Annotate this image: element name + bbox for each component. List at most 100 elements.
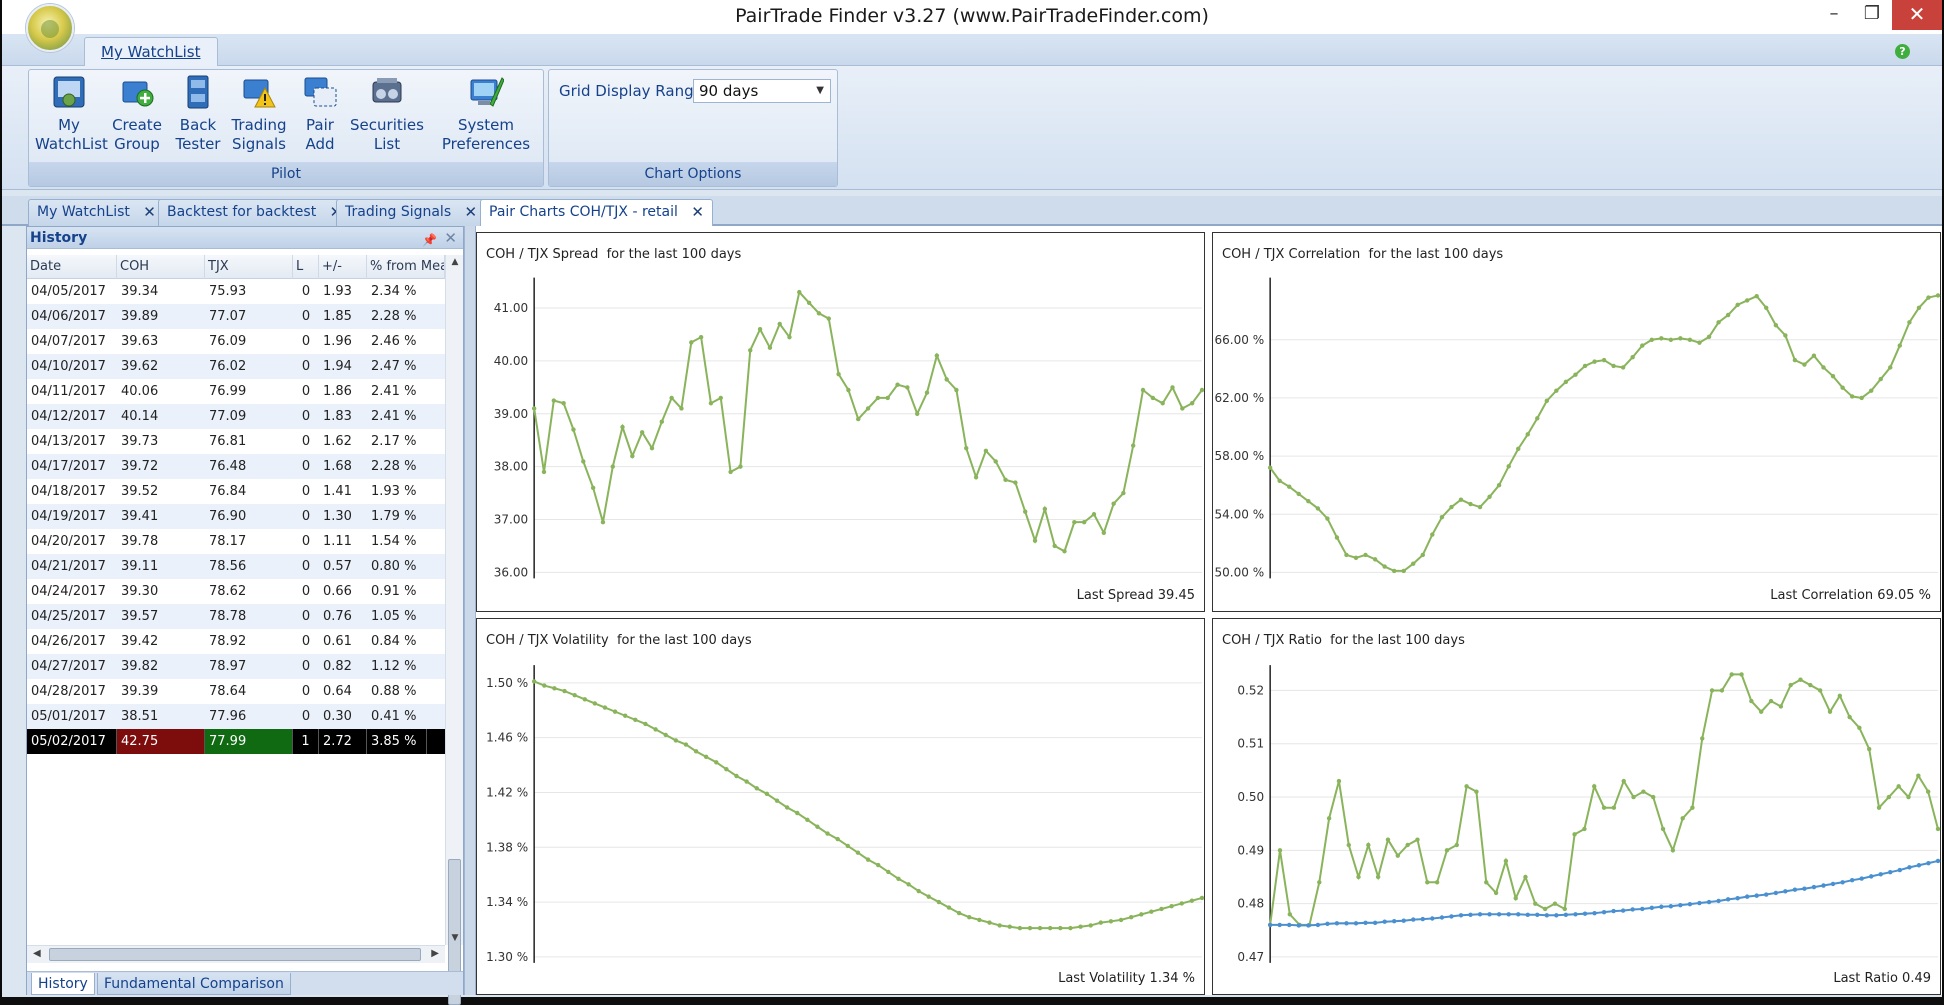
- data-point: [1477, 912, 1483, 917]
- back-tester-button[interactable]: Back Tester: [173, 74, 223, 162]
- close-tab-icon[interactable]: ✕: [465, 200, 478, 225]
- y-tick-label: 0.47: [1237, 950, 1264, 964]
- securities-list-button[interactable]: Securities List: [347, 74, 427, 162]
- column-header-pct-from-mean[interactable]: % from Mea: [367, 255, 445, 279]
- scroll-right-icon[interactable]: ▶: [431, 948, 439, 959]
- column-header-coh[interactable]: COH: [117, 255, 205, 279]
- data-point: [1660, 826, 1666, 832]
- data-point: [886, 869, 891, 875]
- data-point: [1821, 365, 1826, 370]
- horizontal-scroll-thumb[interactable]: [49, 948, 421, 961]
- data-point: [1487, 912, 1492, 917]
- data-point: [826, 316, 831, 321]
- pair-add-button[interactable]: Pair Add: [297, 74, 343, 162]
- panel-splitter[interactable]: [464, 226, 476, 995]
- table-row[interactable]: 05/01/2017 38.51 77.96 0 0.30 0.41 %: [27, 704, 445, 729]
- panel-tab-fundamental-comparison[interactable]: Fundamental Comparison: [97, 973, 291, 995]
- vertical-scrollbar[interactable]: ▲ ▼: [445, 255, 464, 1005]
- data-point: [1888, 869, 1893, 875]
- data-point: [643, 721, 648, 727]
- doc-tab-my-watchlist[interactable]: My WatchList ✕: [28, 199, 165, 226]
- data-point: [1081, 519, 1087, 525]
- data-point: [1411, 917, 1416, 922]
- data-point: [1687, 337, 1693, 342]
- data-point: [1773, 323, 1779, 328]
- column-header-l[interactable]: L: [293, 255, 319, 279]
- cell-date: 04/07/2017: [31, 334, 106, 349]
- horizontal-scrollbar[interactable]: ◀ ▶: [27, 945, 445, 963]
- table-row[interactable]: 04/06/2017 39.89 77.07 0 1.85 2.28 %: [27, 304, 445, 329]
- cell-tjx: 77.09: [209, 409, 247, 424]
- scroll-up-icon[interactable]: ▲: [446, 257, 464, 267]
- data-point: [1277, 922, 1282, 928]
- grid-display-range-label: Grid Display Range: [559, 82, 703, 100]
- table-row[interactable]: 04/20/2017 39.78 78.17 0 1.11 1.54 %: [27, 529, 445, 554]
- system-preferences-button[interactable]: System Preferences: [439, 74, 533, 162]
- panel-tab-history[interactable]: History: [31, 973, 95, 995]
- data-point: [1516, 912, 1521, 917]
- cell-l: 0: [301, 634, 311, 649]
- y-tick-label: 0.50: [1237, 790, 1264, 804]
- restore-button[interactable]: ❐: [1852, 0, 1892, 30]
- ribbon-tab-my-watchlist[interactable]: My WatchList: [84, 37, 218, 67]
- doc-tab-pair-charts[interactable]: Pair Charts COH/TJX - retail ✕: [480, 199, 713, 227]
- close-tab-icon[interactable]: ✕: [143, 200, 156, 225]
- close-icon[interactable]: ✕: [444, 227, 457, 249]
- data-point: [1169, 903, 1174, 909]
- pin-icon[interactable]: 📌: [422, 229, 437, 251]
- column-header-date[interactable]: Date: [27, 255, 117, 279]
- close-tab-icon[interactable]: ✕: [691, 200, 704, 225]
- minimize-button[interactable]: –: [1814, 0, 1854, 30]
- my-watchlist-button[interactable]: My WatchList: [35, 74, 108, 162]
- table-row[interactable]: 04/28/2017 39.39 78.64 0 0.64 0.88 %: [27, 679, 445, 704]
- table-row[interactable]: 04/17/2017 39.72 76.48 0 1.68 2.28 %: [27, 454, 445, 479]
- column-header-tjx[interactable]: TJX: [205, 255, 293, 279]
- data-point: [1458, 913, 1464, 918]
- column-header-plus-minus[interactable]: +/-: [319, 255, 367, 279]
- table-row[interactable]: 05/02/2017 42.75 77.99 1 2.72 3.85 %: [27, 729, 445, 754]
- data-point: [582, 697, 588, 702]
- data-point: [724, 766, 729, 772]
- table-row[interactable]: 04/18/2017 39.52 76.84 0 1.41 1.93 %: [27, 479, 445, 504]
- data-point: [1592, 910, 1597, 916]
- series-line: [1269, 294, 1939, 572]
- cell-coh: 39.52: [121, 484, 159, 499]
- cell-coh: 39.39: [121, 684, 159, 699]
- history-panel-header: History 📌 ✕: [27, 227, 463, 249]
- grid-display-range-select[interactable]: 90 days ▼: [693, 79, 831, 103]
- table-row[interactable]: 04/12/2017 40.14 77.09 0 1.83 2.41 %: [27, 404, 445, 429]
- scroll-down-icon[interactable]: ▼: [446, 933, 464, 943]
- table-row[interactable]: 04/24/2017 39.30 78.62 0 0.66 0.91 %: [27, 579, 445, 604]
- table-row[interactable]: 04/13/2017 39.73 76.81 0 1.62 2.17 %: [27, 429, 445, 454]
- data-point: [1506, 912, 1511, 917]
- doc-tab-backtest[interactable]: Backtest for backtest✕: [158, 199, 352, 226]
- table-row[interactable]: 04/25/2017 39.57 78.78 0 0.76 1.05 %: [27, 604, 445, 629]
- ratio-chart-plot: 0.47 0.48 0.49 0.50 0.51 0.52: [1237, 665, 1941, 964]
- data-point: [1817, 688, 1823, 693]
- doc-tab-trading-signals[interactable]: Trading Signals ✕: [336, 199, 487, 226]
- close-button[interactable]: ✕: [1892, 0, 1942, 30]
- data-point: [1296, 491, 1301, 497]
- table-row[interactable]: 04/27/2017 39.82 78.97 0 0.82 1.12 %: [27, 654, 445, 679]
- app-logo-icon[interactable]: [26, 4, 74, 52]
- help-icon[interactable]: ?: [1895, 44, 1910, 59]
- table-row[interactable]: 04/07/2017 39.63 76.09 0 1.96 2.46 %: [27, 329, 445, 354]
- table-row[interactable]: 04/10/2017 39.62 76.02 0 1.94 2.47 %: [27, 354, 445, 379]
- data-point: [1439, 514, 1445, 520]
- data-point: [689, 340, 694, 345]
- series-line: [533, 290, 1203, 553]
- table-row[interactable]: 04/26/2017 39.42 78.92 0 0.61 0.84 %: [27, 629, 445, 654]
- trading-signals-button[interactable]: Trading Signals: [229, 74, 289, 162]
- table-row[interactable]: 04/19/2017 39.41 76.90 0 1.30 1.79 %: [27, 504, 445, 529]
- ribbon-group-pilot: My WatchList Create Group Back Tester Tr…: [28, 69, 544, 187]
- create-group-button[interactable]: Create Group: [109, 74, 165, 162]
- data-point: [698, 334, 704, 340]
- data-point: [926, 894, 931, 899]
- table-row[interactable]: 04/05/2017 39.34 75.93 0 1.93 2.34 %: [27, 279, 445, 304]
- data-point: [1758, 709, 1764, 714]
- data-point: [1523, 874, 1528, 880]
- scroll-left-icon[interactable]: ◀: [33, 948, 41, 959]
- table-row[interactable]: 04/11/2017 40.06 76.99 0 1.86 2.41 %: [27, 379, 445, 404]
- data-point: [1430, 532, 1435, 537]
- table-row[interactable]: 04/21/2017 39.11 78.56 0 0.57 0.80 %: [27, 554, 445, 579]
